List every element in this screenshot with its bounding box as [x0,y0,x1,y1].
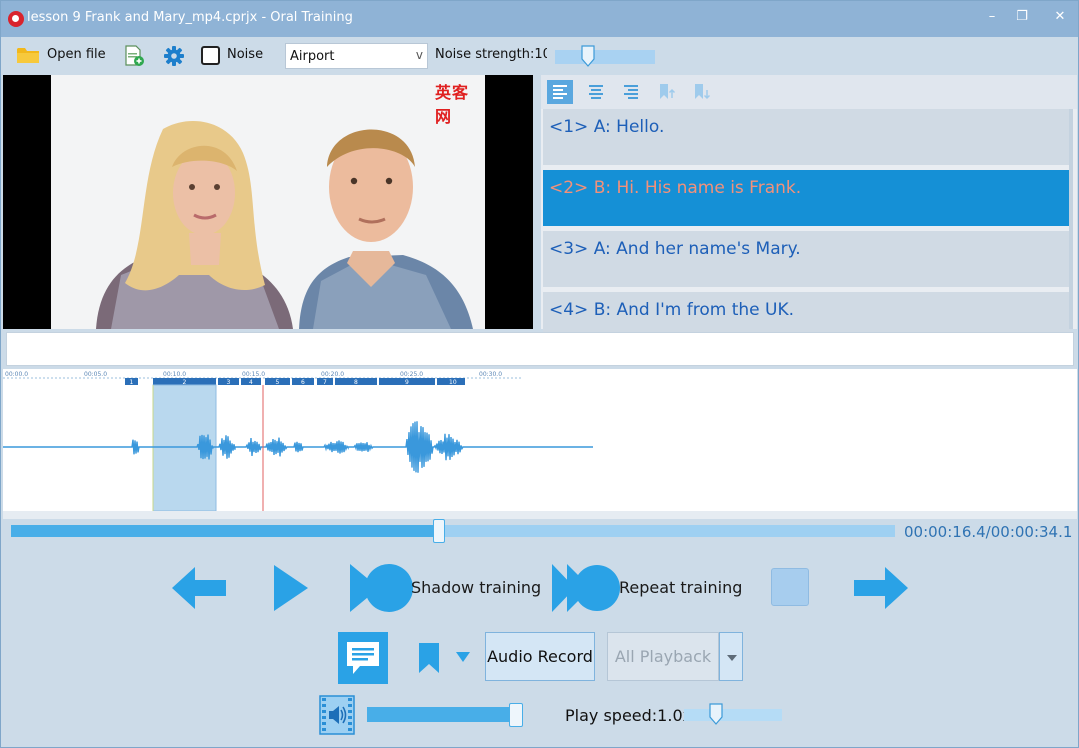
subtitle-item-3[interactable]: <3> A: And her name's Mary. [543,231,1071,287]
noise-checkbox[interactable] [201,46,220,65]
repeat-training-icon[interactable] [551,563,621,613]
bookmark-up-icon[interactable] [653,80,679,104]
gear-icon[interactable] [163,45,185,67]
waveform-canvas[interactable]: 00:00.0 00:05.0 00:10.0 00:15.0 00:20.0 00:25… [3,369,1077,511]
video-watermark: 英客网 [435,83,470,126]
ruler-tick-label: 00:25.0 [400,371,423,378]
align-center-icon[interactable] [583,80,609,104]
video-frame: 英客网 [51,75,485,329]
segment-number: 6 [301,379,305,386]
chevron-down-icon: v [415,48,423,62]
previous-arrow-icon[interactable] [171,566,227,610]
close-button[interactable]: ✕ [1047,7,1073,27]
restore-button[interactable]: ❐ [1009,7,1035,27]
video-frame-image [51,75,485,329]
noise-type-value: Airport [290,49,335,64]
noise-strength-slider[interactable] [555,50,655,64]
segment-number: 9 [405,379,409,386]
segment-number: 7 [323,379,327,386]
segment-number: 5 [276,379,280,386]
video-player[interactable]: 英客网 [3,75,533,329]
toolbar: Open file Noise Airport v Noise strength… [1,37,1078,75]
all-playback-button[interactable]: All Playback [607,632,719,681]
folder-icon[interactable] [17,46,39,64]
time-readout: 00:00:16.4/00:00:34.1 [904,523,1073,541]
open-file-button[interactable]: Open file [47,47,106,62]
subtitle-toolbar [541,75,1077,109]
ruler-tick-label: 00:15.0 [242,371,265,378]
ruler-tick-label: 00:05.0 [84,371,107,378]
subtitle-item-2[interactable]: <2> B: Hi. His name is Frank. [543,170,1071,226]
chevron-down-icon [727,655,737,661]
audio-record-button[interactable]: Audio Record [485,632,595,681]
playback-mode-dropdown[interactable] [719,632,743,681]
noise-strength-label: Noise strength:100% [435,47,547,62]
play-speed-slider[interactable] [684,709,782,721]
bookmark-dropdown-icon[interactable] [455,650,471,664]
segment-number: 4 [249,379,253,386]
bookmark-down-icon[interactable] [688,80,714,104]
seek-thumb[interactable] [433,519,445,543]
ruler-tick-label: 00:10.0 [163,371,186,378]
shadow-training-button[interactable]: Shadow training [411,578,541,597]
align-left-icon[interactable] [547,80,573,104]
app-logo-icon [8,11,24,27]
window-title: lesson 9 Frank and Mary_mp4.cprjx - Oral… [27,10,353,25]
title-bar: lesson 9 Frank and Mary_mp4.cprjx - Oral… [1,1,1078,37]
oral-training-window: lesson 9 Frank and Mary_mp4.cprjx - Oral… [0,0,1079,748]
subtitle-item-1[interactable]: <1> A: Hello. [543,109,1071,165]
noise-label: Noise [227,47,264,62]
minimize-button[interactable]: – [979,7,1005,27]
subtitle-scrollbar[interactable] [1069,109,1073,329]
subtitle-panel: <1> A: Hello. <2> B: Hi. His name is Fra… [541,75,1077,348]
ruler-tick-label: 00:00.0 [5,371,28,378]
align-right-icon[interactable] [618,80,644,104]
play-icon[interactable] [273,564,309,612]
volume-slider-fill [367,707,510,722]
ruler-tick-label: 00:30.0 [479,371,502,378]
repeat-training-button[interactable]: Repeat training [619,578,742,597]
segment-number: 3 [227,379,231,386]
play-speed-label: Play speed:1.0x [565,706,693,725]
shadow-training-icon[interactable] [349,563,415,613]
volume-thumb[interactable] [509,703,523,727]
bookmark-icon[interactable] [418,642,440,674]
subtitle-toggle-icon[interactable] [338,632,388,684]
segment-number: 8 [354,379,358,386]
waveform-panel[interactable]: 00:00.0 00:05.0 00:10.0 00:15.0 00:20.0 00:25… [3,369,1077,511]
segment-number: 1 [130,379,134,386]
transcript-input[interactable] [6,332,1074,366]
noise-type-select[interactable]: Airport v [285,43,428,69]
new-project-icon[interactable] [123,45,145,67]
ruler-tick-label: 00:20.0 [321,371,344,378]
waveform-scrollbar[interactable] [3,511,1077,519]
stop-button[interactable] [771,568,809,606]
next-arrow-icon[interactable] [853,566,909,610]
segment-number: 10 [449,379,457,386]
noise-strength-thumb[interactable] [581,45,595,67]
volume-icon[interactable] [319,695,355,735]
play-speed-thumb[interactable] [709,703,723,725]
seek-bar-fill [11,525,435,537]
